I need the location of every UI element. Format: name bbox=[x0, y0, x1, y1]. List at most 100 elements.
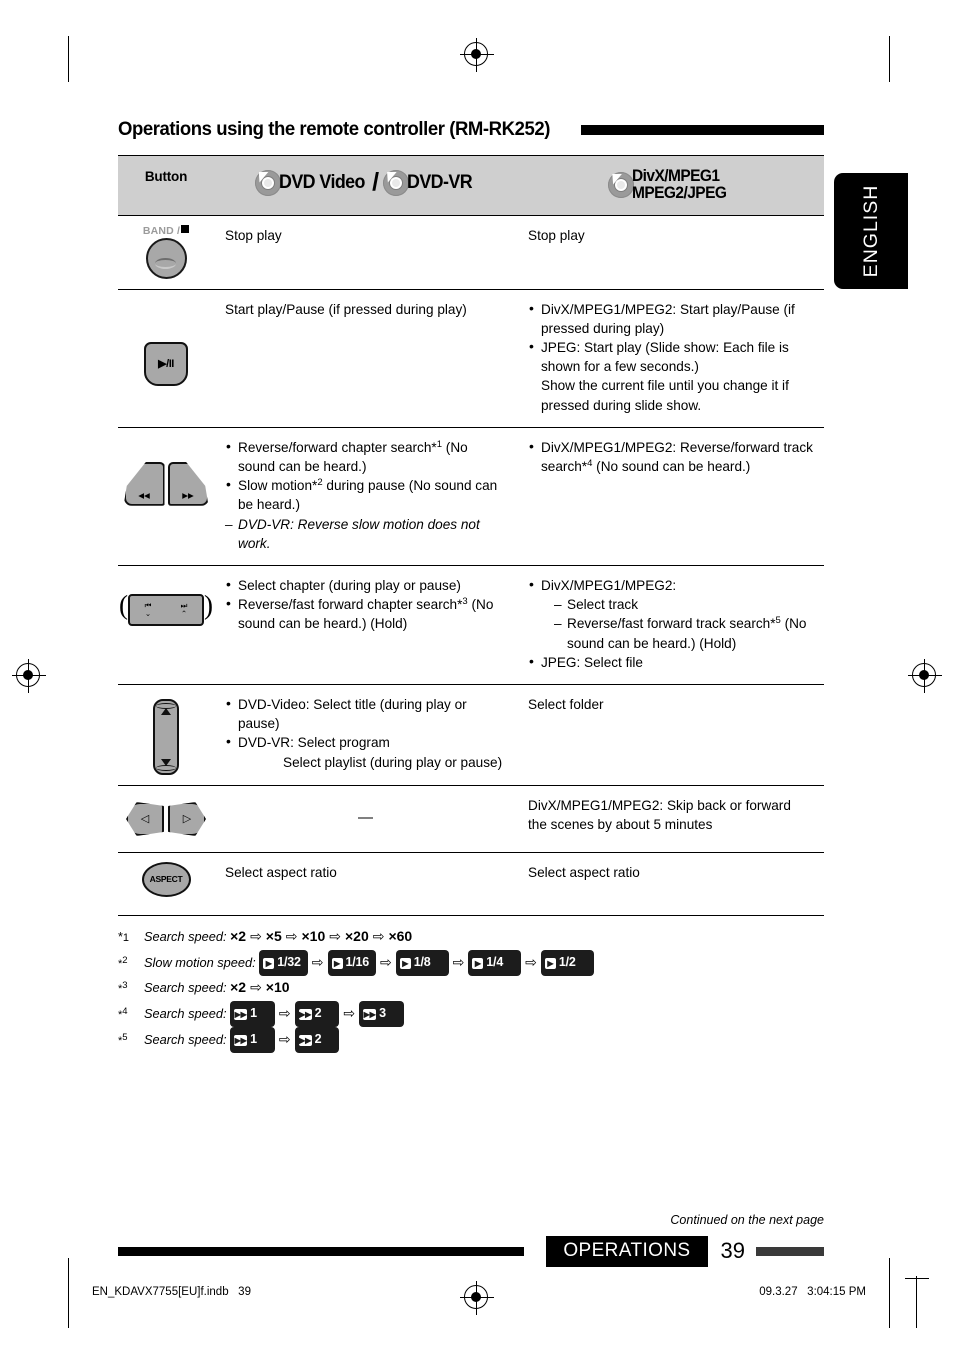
button-cell-stick bbox=[118, 683, 214, 786]
play-icon: ▶ bbox=[472, 957, 484, 969]
crop-mark-bottom-right-v bbox=[889, 1258, 891, 1328]
list-item: DVD-Video: Select title (during play or … bbox=[225, 694, 506, 733]
footer-rule-left bbox=[118, 1246, 525, 1256]
list-item: Select track bbox=[554, 595, 813, 614]
arrow-left-icon: ◁ bbox=[140, 813, 150, 826]
fast-forward-icon: ▶▶ bbox=[182, 490, 194, 500]
stop-square-icon bbox=[181, 224, 190, 233]
band-stop-button[interactable]: BAND / bbox=[118, 224, 214, 279]
button-cell-band-stop: BAND / bbox=[118, 214, 214, 290]
reverse-search-button[interactable]: ◀◀ bbox=[123, 461, 165, 506]
footnote-1: **11 Search speed: ×2⇨×5⇨×10⇨×20⇨×60 bbox=[118, 925, 824, 950]
sub-text: Select playlist (during play or pause) bbox=[283, 754, 503, 770]
track-rocker-buttons[interactable]: ( ⏮ ⌄ ⏭ ⌃ ) bbox=[119, 591, 213, 626]
list-item: Slow motion*2 during pause (No sound can… bbox=[225, 475, 506, 514]
cell-dvd-r5: DVD-Video: Select title (during play or … bbox=[214, 683, 517, 786]
aspect-button-label: ASPECT bbox=[149, 874, 183, 885]
button-cell-aspect: ASPECT bbox=[118, 851, 214, 916]
list-item: Reverse/fast forward track search*5 (No … bbox=[554, 614, 813, 652]
list-item: DivX/MPEG1/MPEG2: Select track Reverse/f… bbox=[528, 575, 813, 653]
cell-dvd-r7: Select aspect ratio bbox=[214, 851, 517, 916]
play-icon: ▶ bbox=[263, 957, 275, 969]
footnote-body: Slow motion speed: ▶ 1/32 ⇨ ▶ 1/16 ⇨ ▶ 1/8 ⇨ ▶ 1/4… bbox=[144, 949, 594, 976]
slow-chip: ▶ 1/4 bbox=[468, 949, 522, 976]
list-item: DVD-VR: Select program bbox=[225, 732, 506, 752]
cell-divx-r7: Select aspect ratio bbox=[517, 851, 824, 916]
fast-forward-icon: ▶▶ bbox=[298, 1034, 312, 1046]
list-item: DivX/MPEG1/MPEG2: Reverse/forward track … bbox=[528, 437, 813, 476]
table-row: ASPECT Select aspect ratio Select aspect… bbox=[118, 851, 824, 916]
cell-divx-r1: Stop play bbox=[517, 214, 824, 290]
list-item: Select chapter (during play or pause) bbox=[225, 575, 506, 595]
crop-mark-right-edge-h bbox=[905, 1278, 929, 1280]
cell-text: Stop play bbox=[528, 227, 585, 243]
footnote-body: Search speed: ×2 ⇨ ×5 ⇨ ×10 ⇨ ×20 ⇨ ×60 bbox=[144, 927, 413, 944]
list-item: Show the current file until you change i… bbox=[541, 378, 789, 413]
list-item: JPEG: Start play (Slide show: Each file … bbox=[528, 337, 813, 376]
play-pause-button[interactable]: ▶/II bbox=[144, 341, 188, 386]
header-button-label: Button bbox=[144, 169, 188, 184]
ff-chip: ▶▶ 2 bbox=[294, 1026, 340, 1053]
cell-text: — bbox=[358, 808, 373, 826]
footnote-body: Search speed: ×2 ⇨ ×10 bbox=[144, 978, 290, 995]
ff-chip: ▶▶ 3 bbox=[359, 1000, 404, 1027]
crop-mark-top-right-v bbox=[889, 36, 891, 82]
registration-mark-top bbox=[460, 38, 494, 72]
footnote-body: Search speed: ▶▶ 1 ⇨ ▶▶ 2 ⇨ ▶▶ 3 bbox=[144, 1000, 404, 1027]
disc-icon-dvd-video bbox=[254, 169, 281, 196]
up-down-stick-button[interactable] bbox=[153, 698, 179, 775]
print-filename: EN_KDAVX7755[EU]f.indb 39 bbox=[92, 1286, 251, 1298]
arrow-down-icon bbox=[161, 758, 171, 766]
slow-chip: ▶ 1/2 bbox=[540, 949, 594, 976]
arrow-right-icon: ▷ bbox=[182, 813, 192, 826]
cell-text: Select aspect ratio bbox=[225, 864, 337, 880]
rocker-left-bracket: ( bbox=[119, 589, 128, 620]
button-cell-play-pause: ▶/II bbox=[118, 288, 214, 428]
disc-icon-dvd-vr bbox=[383, 169, 410, 196]
page-title: Operations using the remote controller (… bbox=[118, 118, 550, 140]
cell-divx-r3: DivX/MPEG1/MPEG2: Reverse/forward track … bbox=[517, 426, 824, 566]
table-row: DVD-Video: Select title (during play or … bbox=[118, 683, 824, 786]
forward-search-button[interactable]: ▶▶ bbox=[167, 461, 209, 506]
skip-forward-button[interactable]: ▷ bbox=[168, 801, 206, 836]
aspect-button[interactable]: ASPECT bbox=[141, 861, 191, 897]
footnote-marker: **11 bbox=[118, 929, 129, 944]
ff-chip: ▶▶ 2 bbox=[294, 1000, 340, 1027]
cell-dvd-r3: Reverse/forward chapter search*1 (No sou… bbox=[214, 426, 517, 566]
page-number: 39 bbox=[720, 1238, 745, 1264]
band-key-icon bbox=[145, 237, 187, 279]
continued-note: Continued on the next page bbox=[670, 1212, 824, 1227]
fast-forward-icon: ▶▶ bbox=[363, 1008, 377, 1020]
language-tab: ENGLISH bbox=[834, 173, 908, 289]
table-header-row: Button DVD Video / DVD-VR DivX/MPEG1 MPE… bbox=[118, 155, 824, 216]
crop-mark-right-edge-v bbox=[916, 1276, 918, 1328]
cell-text: Start play/Pause (if pressed during play… bbox=[225, 301, 467, 317]
header-divx-line2: MPEG2/JPEG bbox=[632, 183, 727, 202]
registration-mark-right bbox=[908, 659, 942, 693]
slow-chip: ▶ 1/8 bbox=[395, 949, 449, 976]
play-icon: ▶ bbox=[399, 957, 411, 969]
list-item: Reverse/forward chapter search*1 (No sou… bbox=[225, 437, 506, 476]
button-cell-rocker: ( ⏮ ⌄ ⏭ ⌃ ) bbox=[118, 564, 214, 685]
ff-chip: ▶▶ 1 bbox=[230, 1026, 275, 1053]
footnote-2: *2 Slow motion speed: ▶ 1/32 ⇨ ▶ 1/16 ⇨ ▶ 1/8 ⇨ ▶… bbox=[118, 949, 824, 976]
page-footer-bar: OPERATIONS 39 bbox=[118, 1235, 824, 1267]
crop-mark-top-left-v bbox=[68, 36, 70, 82]
cell-text: Select aspect ratio bbox=[528, 864, 640, 880]
footnote-5: *5 Search speed: ▶▶ 1 ⇨ ▶▶ 2 bbox=[118, 1026, 824, 1053]
registration-mark-left bbox=[12, 659, 46, 693]
disc-icon-divx bbox=[608, 171, 635, 198]
header-separator: / bbox=[372, 168, 380, 196]
footnote-marker: *2 bbox=[118, 954, 128, 970]
header-divx-cell: DivX/MPEG1 MPEG2/JPEG bbox=[517, 155, 824, 216]
skip-back-button[interactable]: ◁ bbox=[126, 801, 164, 836]
rewind-icon: ◀◀ bbox=[138, 490, 150, 500]
title-rule bbox=[580, 124, 824, 135]
slow-chip: ▶ 1/32 bbox=[259, 949, 308, 976]
print-timestamp: 09.3.27 3:04:15 PM bbox=[759, 1286, 866, 1298]
footnote-marker: *4 bbox=[118, 1005, 128, 1021]
fast-forward-icon: ▶▶ bbox=[234, 1034, 248, 1046]
ff-chip: ▶▶ 1 bbox=[230, 1000, 275, 1027]
header-dvd-cell: DVD Video / DVD-VR bbox=[214, 155, 517, 216]
cell-dvd-r4: Select chapter (during play or pause) Re… bbox=[214, 564, 517, 685]
